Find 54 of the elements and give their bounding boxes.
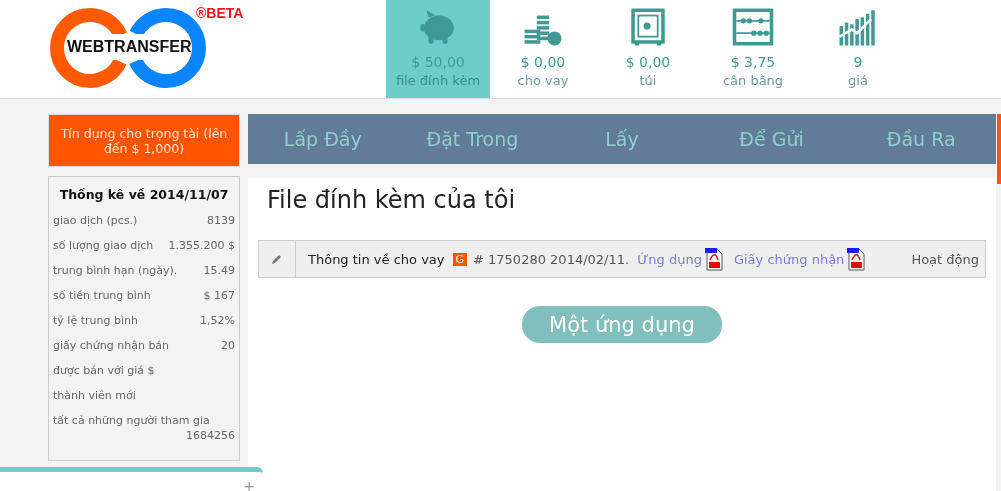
loan-title: Thông tin về cho vay — [308, 251, 445, 267]
action-button[interactable]: Một ứng dụng — [522, 306, 722, 343]
stat-tab[interactable]: $ 50,00 file đính kèm — [386, 0, 490, 98]
document-link[interactable]: Giấy chứng nhận — [733, 251, 845, 267]
expand-button[interactable]: + — [243, 478, 255, 491]
nav-link[interactable]: Đặt Trong — [397, 128, 548, 150]
page-title: File đính kèm của tôi — [266, 186, 517, 214]
side-tab[interactable] — [997, 114, 1001, 184]
stat-value: $ 3,75 — [730, 54, 776, 70]
pencil-icon — [271, 253, 283, 265]
stat-label: trung bình hạn (ngày). — [53, 263, 178, 280]
stat-label: số lượng giao dịch — [53, 238, 154, 255]
stat-tab[interactable]: $ 0,00 túi — [596, 0, 700, 98]
credit-button[interactable]: Tín dụng cho trọng tài (lên đến $ 1,000) — [48, 114, 240, 168]
stat-tab[interactable]: $ 3,75 cân bằng — [701, 0, 805, 98]
stat-value: $ 167 — [203, 288, 235, 305]
stat-label: giá — [848, 73, 868, 88]
pdf-file-icon — [703, 247, 724, 271]
stat-value: 15.49 — [203, 263, 235, 280]
stat-label: cân bằng — [722, 73, 784, 88]
stat-label: giao dịch (pcs.) — [53, 213, 138, 230]
stat-label: file đính kèm — [395, 73, 481, 88]
loan-number: # 1750280 2014/02/11. — [473, 251, 630, 267]
stat-label: túi — [639, 73, 657, 88]
stat-value: 20 — [221, 338, 235, 355]
stat-tab[interactable]: 9 giá — [806, 0, 910, 98]
stat-label: tất cả những người tham gia — [53, 413, 210, 430]
stat-label: được bán với giá $ — [53, 363, 155, 380]
nav-link[interactable]: Lấp Đầy — [248, 128, 398, 150]
status-text: Hoạt động — [911, 251, 979, 267]
g-badge: G — [452, 252, 468, 266]
logo-text[interactable]: WEBTRANSFER — [67, 38, 192, 56]
abacus-icon — [731, 6, 775, 48]
stats-title: Thống kê về 2014/11/07 — [58, 187, 230, 203]
nav-link[interactable]: Đầu Ra — [846, 128, 996, 150]
stat-value: $ 0,00 — [625, 54, 671, 70]
pdf-file-icon — [846, 247, 867, 271]
stat-value: $ 0,00 — [520, 54, 566, 70]
stat-label: giấy chứng nhận bán — [53, 338, 170, 355]
stat-value: $ 50,00 — [411, 54, 465, 70]
stat-label: tỷ lệ trung bình — [53, 313, 138, 330]
stat-tab[interactable]: $ 0,00 cho vay — [491, 0, 595, 98]
stat-value: 1684256 — [186, 430, 235, 443]
beta-label: ®BETA — [196, 5, 244, 21]
nav-link[interactable]: Để Gửi — [696, 128, 847, 150]
stat-label: số tiền trung bình — [53, 288, 151, 305]
stat-value: 1.355.200 $ — [168, 238, 235, 255]
stat-value: 1,52% — [200, 313, 235, 330]
stat-label: cho vay — [517, 73, 569, 88]
stat-label: thành viên mới — [53, 388, 136, 405]
stat-value: 9 — [853, 54, 863, 70]
document-link[interactable]: Ứng dụng — [637, 251, 702, 267]
nav-link[interactable]: Lấy — [547, 128, 697, 150]
stat-value: 8139 — [207, 213, 235, 230]
